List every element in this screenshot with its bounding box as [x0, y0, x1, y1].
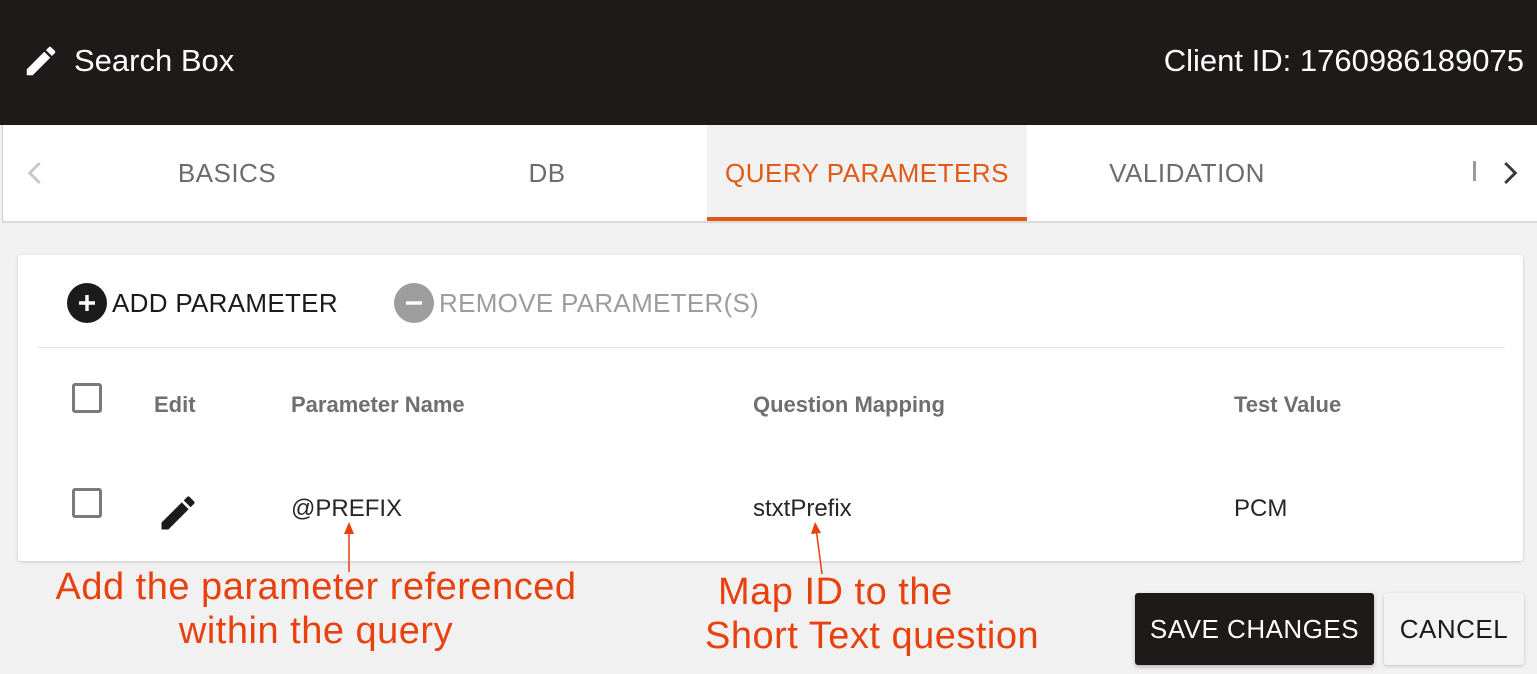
- annotation-left-line2: within the query: [178, 610, 454, 652]
- edit-icon[interactable]: [156, 491, 200, 535]
- row-checkbox[interactable]: [72, 488, 102, 518]
- add-parameter-button[interactable]: ADD PARAMETER: [67, 283, 338, 323]
- tab-validation[interactable]: VALIDATION: [1027, 125, 1347, 221]
- column-header-test-value: Test Value: [1234, 392, 1342, 417]
- save-changes-button[interactable]: SAVE CHANGES: [1135, 593, 1374, 665]
- annotation-right-line2: Short Text question: [705, 615, 1040, 657]
- chevron-left-icon[interactable]: [21, 158, 51, 188]
- tab-basics[interactable]: BASICS: [67, 125, 387, 221]
- column-header-parameter-name: Parameter Name: [291, 392, 465, 417]
- cancel-button[interactable]: CANCEL: [1384, 593, 1524, 665]
- cell-parameter-name: @PREFIX: [291, 495, 403, 522]
- select-all-checkbox[interactable]: [72, 383, 102, 413]
- tab-db[interactable]: DB: [387, 125, 707, 221]
- remove-parameters-button[interactable]: REMOVE PARAMETER(S): [394, 283, 759, 323]
- add-circle-icon: [67, 283, 107, 323]
- annotation-left: Add the parameter referenced within the …: [12, 565, 620, 653]
- dialog-header: Search Box Client ID: 1760986189075: [0, 0, 1537, 125]
- remove-parameters-label: REMOVE PARAMETER(S): [439, 287, 760, 318]
- client-id: Client ID: 1760986189075: [1163, 43, 1524, 78]
- tab-query-parameters[interactable]: QUERY PARAMETERS: [707, 125, 1027, 221]
- chevron-right-icon[interactable]: [1494, 158, 1524, 188]
- column-header-edit: Edit: [154, 392, 196, 417]
- annotation-right-line1: Map ID to the: [718, 571, 953, 613]
- add-parameter-label: ADD PARAMETER: [112, 287, 338, 318]
- column-header-question-mapping: Question Mapping: [753, 392, 945, 417]
- annotation-right: Map ID to the Short Text question: [700, 570, 1070, 658]
- parameters-card: ADD PARAMETER REMOVE PARAMETER(S) Edit P…: [18, 255, 1523, 561]
- annotation-arrow-right: [811, 522, 823, 575]
- tab-next-partial[interactable]: [1473, 161, 1476, 181]
- annotation-left-line1: Add the parameter referenced: [55, 566, 577, 608]
- tab-bar: BASICS DB QUERY PARAMETERS VALIDATION: [2, 125, 1537, 223]
- remove-circle-icon: [394, 283, 434, 323]
- pencil-icon: [26, 46, 56, 76]
- cell-test-value: PCM: [1234, 495, 1288, 522]
- dialog-title: Search Box: [74, 43, 235, 78]
- toolbar-divider: [37, 347, 1505, 348]
- cell-question-mapping: stxtPrefix: [753, 495, 852, 522]
